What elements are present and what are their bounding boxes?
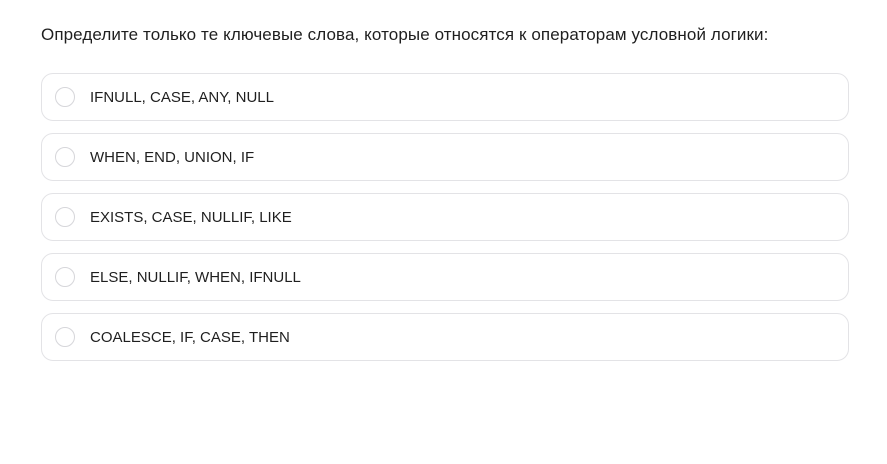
answer-option-label: ELSE, NULLIF, WHEN, IFNULL	[90, 268, 301, 286]
answer-option[interactable]: EXISTS, CASE, NULLIF, LIKE	[41, 193, 849, 241]
radio-button[interactable]	[55, 147, 75, 167]
answer-option-label: EXISTS, CASE, NULLIF, LIKE	[90, 208, 292, 226]
answer-option[interactable]: IFNULL, CASE, ANY, NULL	[41, 73, 849, 121]
answer-option[interactable]: COALESCE, IF, CASE, THEN	[41, 313, 849, 361]
answer-option-label: COALESCE, IF, CASE, THEN	[90, 328, 290, 346]
question-text: Определите только те ключевые слова, кот…	[41, 25, 769, 44]
answer-option-label: WHEN, END, UNION, IF	[90, 148, 255, 166]
radio-button[interactable]	[55, 207, 75, 227]
answer-option[interactable]: WHEN, END, UNION, IF	[41, 133, 849, 181]
answer-option[interactable]: ELSE, NULLIF, WHEN, IFNULL	[41, 253, 849, 301]
radio-button[interactable]	[55, 327, 75, 347]
radio-button[interactable]	[55, 87, 75, 107]
radio-button[interactable]	[55, 267, 75, 287]
answer-options: IFNULL, CASE, ANY, NULL WHEN, END, UNION…	[41, 73, 849, 373]
answer-option-label: IFNULL, CASE, ANY, NULL	[90, 88, 274, 106]
